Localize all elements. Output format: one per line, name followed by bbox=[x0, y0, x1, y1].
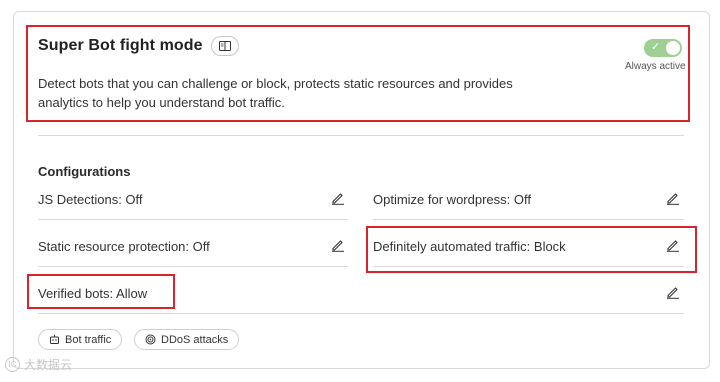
edit-js-detections-button[interactable] bbox=[330, 190, 346, 206]
row-divider bbox=[38, 266, 348, 267]
row-divider bbox=[373, 266, 684, 267]
watermark-text: 大数据云 bbox=[24, 358, 73, 372]
pencil-icon bbox=[667, 240, 679, 252]
edit-verified-bots-button[interactable] bbox=[665, 284, 681, 300]
bot-icon bbox=[50, 334, 59, 344]
configurations-label: Configurations bbox=[38, 164, 131, 179]
always-active-toggle[interactable]: ✓ bbox=[644, 39, 682, 57]
edit-static-resource-button[interactable] bbox=[330, 237, 346, 253]
section-title: Super Bot fight mode bbox=[38, 37, 203, 54]
docs-button[interactable] bbox=[210, 36, 239, 56]
header-divider bbox=[38, 135, 684, 136]
title-row: Super Bot fight mode bbox=[38, 36, 239, 56]
row-divider bbox=[38, 313, 684, 314]
ddos-attacks-label: DDoS attacks bbox=[161, 333, 229, 346]
toggle-knob bbox=[666, 41, 680, 55]
edit-optimize-wordpress-button[interactable] bbox=[665, 190, 681, 206]
check-icon: ✓ bbox=[651, 40, 661, 53]
target-icon bbox=[145, 334, 156, 345]
book-icon bbox=[218, 41, 231, 51]
watermark-logo-icon: IC bbox=[5, 357, 20, 372]
config-definitely-automated: Definitely automated traffic: Block bbox=[373, 239, 566, 254]
config-verified-bots: Verified bots: Allow bbox=[38, 286, 148, 301]
bot-traffic-label: Bot traffic bbox=[65, 333, 112, 346]
pencil-icon bbox=[332, 193, 344, 205]
pencil-icon bbox=[667, 193, 679, 205]
pencil-icon bbox=[667, 287, 679, 299]
watermark: IC 大数据云 bbox=[5, 356, 72, 373]
row-divider bbox=[373, 219, 684, 220]
bot-traffic-chip[interactable]: Bot traffic bbox=[38, 329, 123, 350]
config-js-detections: JS Detections: Off bbox=[38, 192, 143, 207]
bot-fight-card bbox=[13, 11, 710, 369]
edit-definitely-automated-button[interactable] bbox=[665, 237, 681, 253]
ddos-attacks-chip[interactable]: DDoS attacks bbox=[134, 329, 240, 350]
config-optimize-wordpress: Optimize for wordpress: Off bbox=[373, 192, 531, 207]
row-divider bbox=[38, 219, 348, 220]
config-static-resource: Static resource protection: Off bbox=[38, 239, 210, 254]
toggle-label: Always active bbox=[625, 61, 686, 72]
pencil-icon bbox=[332, 240, 344, 252]
section-description: Detect bots that you can challenge or bl… bbox=[38, 76, 513, 110]
